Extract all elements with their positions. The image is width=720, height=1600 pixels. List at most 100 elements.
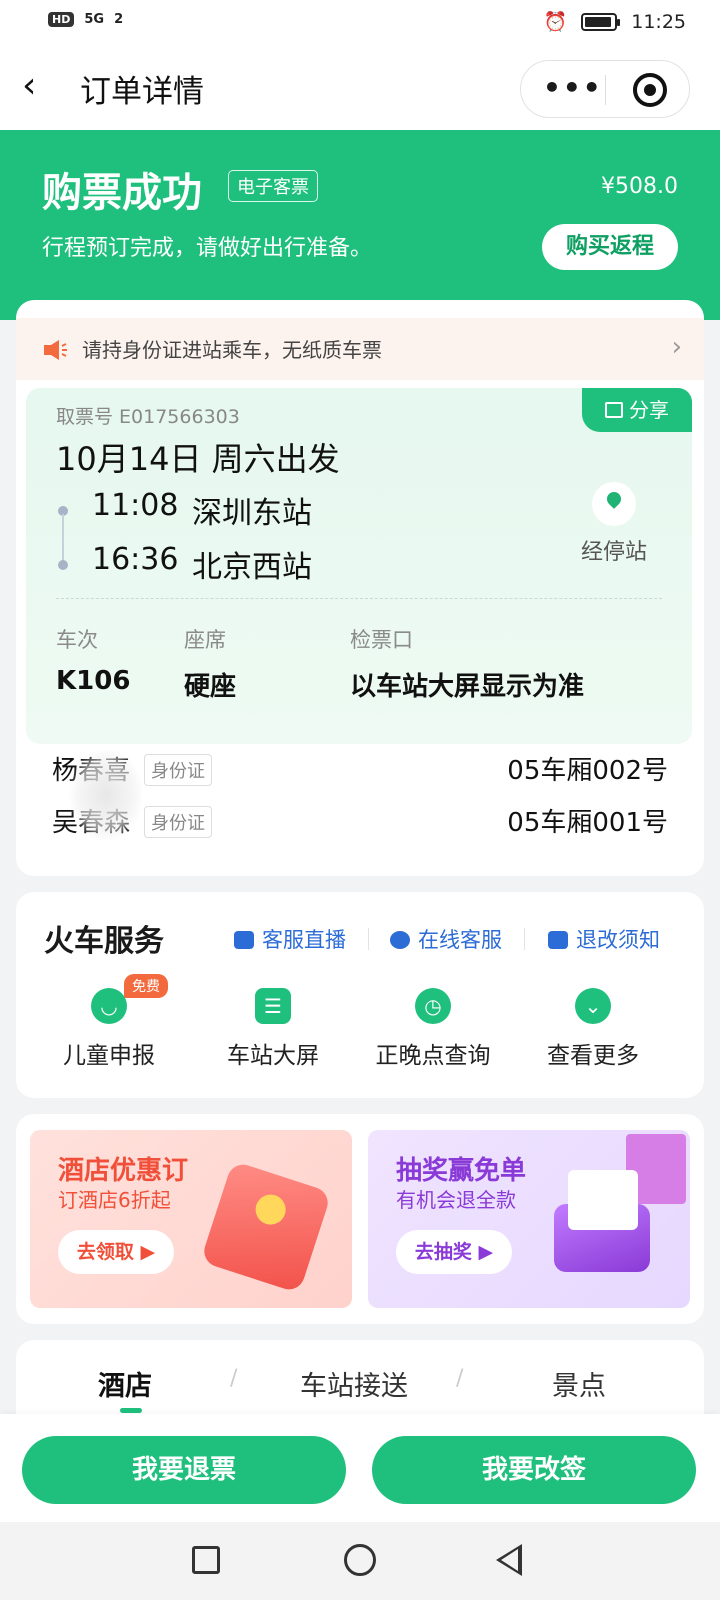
system-nav-bar — [0, 1522, 720, 1600]
service-delay-query[interactable]: ◷ 正晚点查询 — [358, 988, 508, 1070]
refund-button[interactable]: 我要退票 — [22, 1436, 346, 1504]
ticket-card: 请持身份证进站乘车，无纸质车票 › 取票号 E017566303 分享 10月1… — [16, 300, 704, 876]
bottom-action-bar: 我要退票 我要改签 — [0, 1414, 720, 1522]
share-button[interactable]: 分享 — [582, 388, 692, 432]
screen-icon: ☰ — [255, 988, 291, 1024]
buy-return-button[interactable]: 购买返程 — [542, 224, 678, 270]
status-bar: HD 5G 2 ⏰ 11:25 — [0, 0, 720, 46]
free-badge: 免费 — [124, 974, 168, 998]
battery-icon — [581, 12, 621, 31]
change-ticket-button[interactable]: 我要改签 — [372, 1436, 696, 1504]
tab-divider: / — [456, 1366, 464, 1391]
promo-subtitle: 有机会退全款 — [396, 1188, 516, 1212]
clock: 11:25 — [631, 10, 686, 33]
service-station-screen[interactable]: ☰ 车站大屏 — [198, 988, 348, 1070]
order-price: ¥508.0 — [601, 174, 678, 199]
service-child-report[interactable]: ◡ 免费 儿童申报 — [34, 974, 184, 1070]
clock-icon: ◷ — [415, 988, 451, 1024]
hd-indicator: HD — [48, 12, 75, 27]
passenger-seat: 05车厢001号 — [507, 808, 668, 838]
arrive-station: 北京西站 — [192, 550, 312, 585]
recommend-tabs: 酒店 / 车站接送 / 景点 — [16, 1340, 704, 1420]
passenger-id-type: 身份证 — [144, 806, 212, 838]
departure-date: 10月14日 周六出发 — [56, 440, 340, 478]
status-left: HD 5G 2 — [48, 12, 123, 27]
e-ticket-badge: 电子客票 — [228, 170, 318, 202]
lottery-promo[interactable]: 抽奖赢免单 有机会退全款 去抽奖 ▶ — [368, 1130, 690, 1308]
promo-subtitle: 订酒店6折起 — [58, 1188, 171, 1212]
divider — [56, 598, 662, 599]
hotel-promo[interactable]: 酒店优惠订 订酒店6折起 去领取 ▶ — [30, 1130, 352, 1308]
promo-card: 酒店优惠订 订酒店6折起 去领取 ▶ 抽奖赢免单 有机会退全款 去抽奖 ▶ — [16, 1114, 704, 1324]
service-label: 正晚点查询 — [375, 1043, 491, 1069]
tab-hotel[interactable]: 酒店 — [98, 1364, 152, 1403]
tab-station-transfer[interactable]: 车站接送 — [300, 1364, 408, 1403]
online-support-label: 在线客服 — [418, 928, 502, 952]
service-label: 查看更多 — [547, 1043, 639, 1069]
alarm-icon: ⏰ — [543, 11, 568, 33]
live-support-link[interactable]: 客服直播 — [234, 924, 346, 954]
tv-icon — [234, 931, 254, 949]
nav-bar: ‹ 订单详情 ••• — [0, 46, 720, 130]
gate-header: 检票口 — [350, 628, 413, 652]
draw-button[interactable]: 去抽奖 ▶ — [396, 1230, 512, 1274]
service-label: 车站大屏 — [227, 1043, 319, 1069]
arrive-dot — [58, 560, 68, 570]
pickup-number: 取票号 E017566303 — [56, 406, 240, 428]
privacy-blur — [70, 750, 142, 840]
stops-label: 经停站 — [580, 540, 647, 565]
location-pin-icon — [592, 482, 636, 526]
service-more[interactable]: ⌄ 查看更多 — [518, 988, 668, 1070]
document-icon — [548, 931, 568, 949]
tab-attractions[interactable]: 景点 — [552, 1364, 606, 1403]
ticket-info: 取票号 E017566303 分享 10月14日 周六出发 11:08 深圳东站… — [26, 388, 692, 744]
share-label: 分享 — [629, 398, 669, 422]
headset-icon — [390, 931, 410, 949]
promo-title: 酒店优惠订 — [58, 1156, 189, 1186]
depart-time: 11:08 — [92, 488, 179, 523]
capsule-divider — [605, 75, 606, 105]
route-line — [62, 514, 64, 564]
order-status-subtitle: 行程预订完成，请做好出行准备。 — [42, 236, 373, 261]
page-title: 订单详情 — [80, 74, 204, 110]
online-support-link[interactable]: 在线客服 — [390, 924, 502, 954]
ticket-gate: 以车站大屏显示为准 — [350, 672, 585, 702]
train-number: K106 — [56, 666, 131, 696]
arrive-time: 16:36 — [92, 542, 179, 577]
promo-title: 抽奖赢免单 — [396, 1156, 527, 1186]
close-target-icon[interactable] — [633, 73, 667, 107]
passenger-seat: 05车厢002号 — [507, 756, 668, 786]
active-tab-indicator — [120, 1408, 142, 1413]
chevron-down-icon: ⌄ — [575, 988, 611, 1024]
seat-class: 硬座 — [184, 672, 237, 702]
order-status-title: 购票成功 — [42, 170, 202, 216]
refund-policy-link[interactable]: 退改须知 — [548, 924, 660, 954]
service-label: 儿童申报 — [63, 1043, 155, 1069]
envelope-icon — [554, 1170, 650, 1272]
claim-button[interactable]: 去领取 ▶ — [58, 1230, 174, 1274]
signal-icon: 5G — [84, 12, 105, 27]
stops-button[interactable]: 经停站 — [564, 482, 664, 566]
back-icon[interactable]: ‹ — [22, 64, 62, 108]
more-icon[interactable]: ••• — [543, 71, 603, 104]
tab-divider: / — [230, 1366, 238, 1391]
child-smile-icon: ◡ — [91, 988, 127, 1024]
status-right: ⏰ 11:25 — [543, 10, 686, 34]
notice-banner[interactable]: 请持身份证进站乘车，无纸质车票 › — [16, 318, 704, 380]
passenger-id-type: 身份证 — [144, 754, 212, 786]
speaker-icon — [44, 340, 67, 360]
back-triangle-icon[interactable] — [496, 1544, 522, 1576]
link-divider — [524, 928, 525, 950]
recents-icon[interactable] — [192, 1546, 220, 1574]
depart-station: 深圳东站 — [192, 496, 312, 531]
home-icon[interactable] — [344, 1544, 376, 1576]
services-title: 火车服务 — [44, 924, 164, 959]
chevron-right-icon: › — [671, 332, 682, 362]
wifi-badge: 2 — [114, 12, 124, 27]
link-divider — [368, 928, 369, 950]
order-status-hero: 购票成功 电子客票 ¥508.0 行程预订完成，请做好出行准备。 购买返程 — [0, 130, 720, 320]
notice-text: 请持身份证进站乘车，无纸质车票 — [82, 338, 382, 362]
refund-policy-label: 退改须知 — [576, 928, 660, 952]
train-header: 车次 — [56, 628, 98, 652]
live-support-label: 客服直播 — [262, 928, 346, 952]
